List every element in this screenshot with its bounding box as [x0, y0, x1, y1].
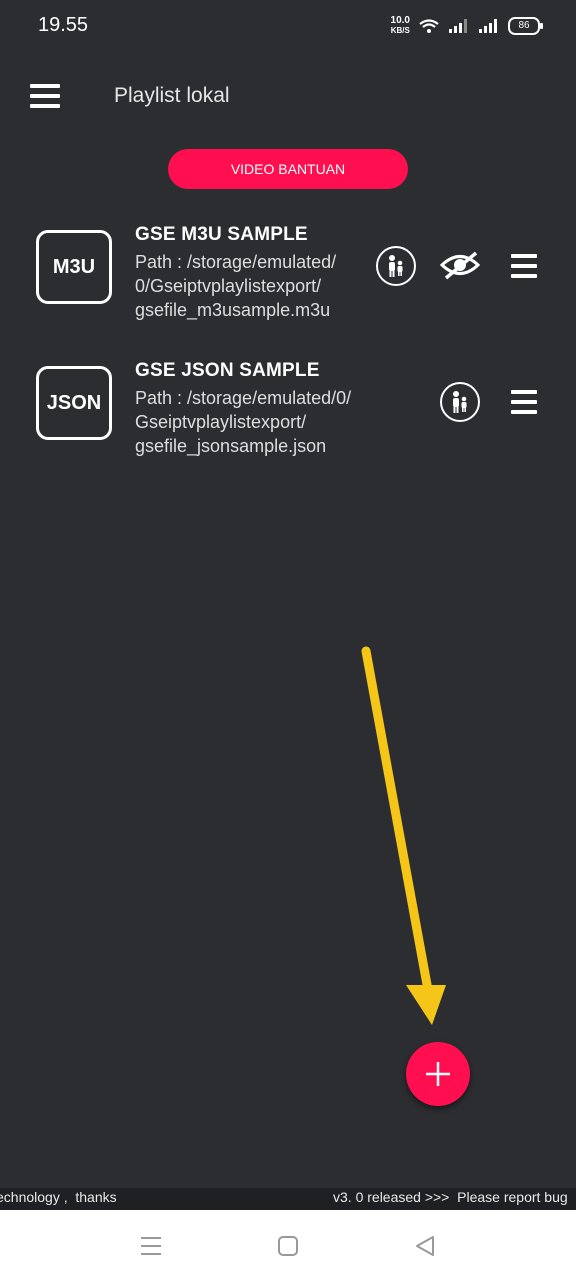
battery-icon: 86 [508, 17, 543, 35]
network-speed: 10.0 KB/S [391, 16, 410, 36]
family-icon[interactable] [376, 246, 416, 286]
annotation-arrow [361, 646, 446, 1025]
system-nav-bar [0, 1210, 576, 1280]
playlist-item[interactable]: JSON GSE JSON SAMPLE Path : /storage/emu… [0, 358, 576, 468]
network-speed-value: 10.0 [390, 15, 410, 26]
playlist-item[interactable]: M3U GSE M3U SAMPLE Path : /storage/emula… [0, 222, 576, 332]
nav-back-icon[interactable] [413, 1234, 437, 1258]
news-ticker: echnology , thanks v3. 0 released >>> Pl… [0, 1188, 576, 1210]
status-bar: 19.55 10.0 KB/S 86 [0, 0, 576, 52]
page-title: Playlist lokal [114, 84, 230, 107]
list-menu-icon[interactable] [511, 254, 537, 280]
nav-home-icon[interactable] [276, 1234, 300, 1258]
playlist-path: Path : /storage/emulated/0/ Gseiptvplayl… [135, 388, 352, 456]
wifi-icon [419, 19, 439, 33]
playlist-title: GSE M3U SAMPLE [135, 224, 308, 245]
network-speed-unit: KB/S [390, 26, 410, 35]
json-file-icon: JSON [36, 366, 112, 440]
ticker-text-right: v3. 0 released >>> Please report bug [333, 1189, 568, 1205]
status-icons: 10.0 KB/S 86 [391, 12, 543, 40]
plus-icon [426, 1062, 450, 1086]
family-icon[interactable] [440, 382, 480, 422]
status-time: 19.55 [38, 14, 89, 36]
playlist-title: GSE JSON SAMPLE [135, 360, 320, 381]
playlist-path: Path : /storage/emulated/ 0/Gseiptvplayl… [135, 252, 337, 320]
signal-icon-2 [479, 19, 497, 33]
app-bar: Playlist lokal [0, 60, 576, 132]
m3u-file-icon: M3U [36, 230, 112, 304]
list-menu-icon[interactable] [511, 390, 537, 416]
nav-recents-icon[interactable] [139, 1234, 163, 1258]
ticker-text-left: echnology , thanks [0, 1189, 117, 1205]
add-playlist-button[interactable] [406, 1042, 470, 1106]
menu-icon[interactable] [30, 84, 60, 110]
eye-off-icon[interactable] [440, 250, 480, 280]
video-help-button[interactable]: VIDEO BANTUAN [168, 149, 408, 189]
signal-icon [449, 19, 467, 33]
